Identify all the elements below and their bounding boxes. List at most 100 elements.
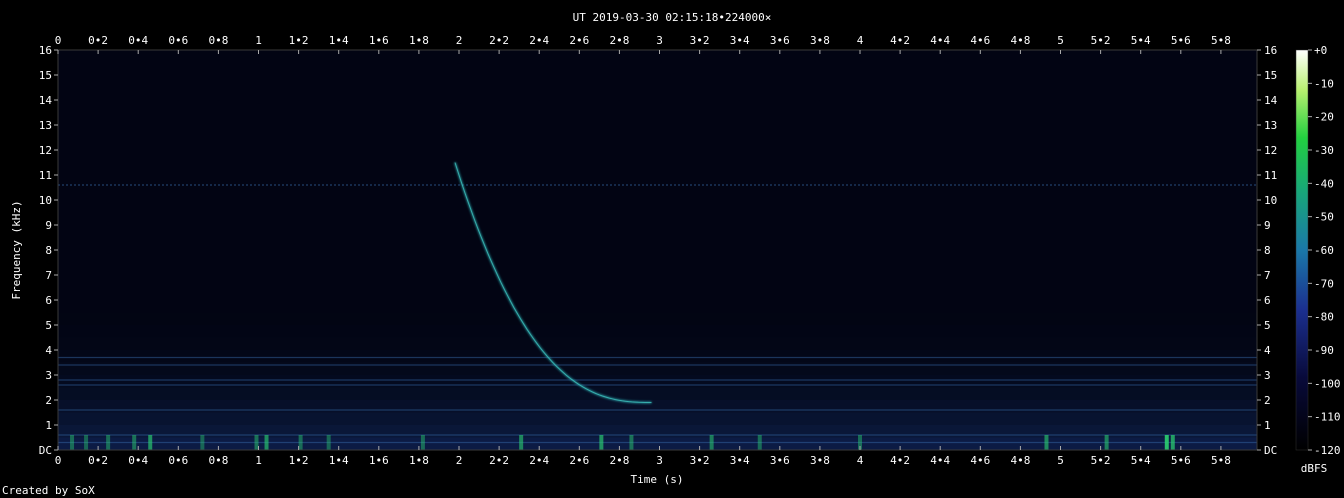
noise-band [58,250,1257,263]
x-tick-bottom-label: 4 [857,454,864,467]
x-tick-top-label: 3•6 [770,34,790,47]
y-tick-left-label: 8 [45,244,52,257]
x-tick-top-label: 1•6 [369,34,389,47]
noise-band [58,150,1257,163]
y-tick-left-label: 7 [45,269,52,282]
y-tick-right-label: 14 [1264,94,1278,107]
noise-band [58,425,1257,438]
noise-band [58,112,1257,125]
impulse-base [1104,435,1109,450]
x-tick-bottom-label: 0•4 [128,454,148,467]
y-tick-right-label: 16 [1264,44,1277,57]
impulse-base [519,435,524,450]
noise-band [58,125,1257,138]
x-tick-top-label: 0•2 [88,34,108,47]
noise-band [58,325,1257,338]
x-tick-top-label: 1•2 [289,34,309,47]
noise-band [58,212,1257,225]
noise-band [58,87,1257,100]
x-tick-bottom-label: 5•8 [1211,454,1231,467]
x-tick-top-label: 3•4 [730,34,750,47]
x-tick-top-label: 4•8 [1010,34,1030,47]
y-tick-left-label: 15 [39,69,52,82]
colorbar-label: dBFS [1301,462,1328,475]
colorbar-tick-label: -60 [1314,244,1334,257]
x-tick-bottom-label: 5•6 [1171,454,1191,467]
x-tick-bottom-label: 3•4 [730,454,750,467]
x-tick-top-label: 3•2 [690,34,710,47]
noise-band [58,187,1257,200]
x-tick-top-label: 0•4 [128,34,148,47]
x-tick-bottom-label: 0•8 [208,454,228,467]
noise-band [58,437,1257,450]
x-tick-bottom-label: 4•2 [890,454,910,467]
noise-band [58,62,1257,75]
impulse-base [709,435,714,450]
x-tick-top-label: 4•6 [970,34,990,47]
colorbar: +0 -10 -20 -30 -40 -50 -60 -70 -80 -90 -100 -110 -12… [1295,44,1341,475]
colorbar-tick-label: +0 [1314,44,1327,57]
y-tick-left-label: 10 [39,194,52,207]
impulse-base [106,435,111,450]
x-tick-bottom-label: 2•4 [529,454,549,467]
colorbar-tick-label: -120 [1314,444,1341,457]
credit-text: Created by SoX [2,484,95,497]
impulse-base [84,435,89,450]
impulse-base [420,435,425,450]
x-tick-top-label: 2•8 [609,34,629,47]
y-tick-left-label: 4 [45,344,52,357]
x-tick-bottom-label: 5 [1057,454,1064,467]
x-tick-bottom-label: 3 [656,454,663,467]
noise-band [58,375,1257,388]
x-tick-bottom-label: 0•6 [168,454,188,467]
y-tick-right-label: 1 [1264,419,1271,432]
impulse-base [70,435,75,450]
colorbar-tick-label: -90 [1314,344,1334,357]
y-tick-right-label: 7 [1264,269,1271,282]
impulse-base [1164,435,1169,450]
x-tick-bottom-label: 1•8 [409,454,429,467]
x-tick-bottom-label: 0•2 [88,454,108,467]
impulse-base [298,435,303,450]
x-tick-top-label: 5 [1057,34,1064,47]
x-tick-top-label: 5•6 [1171,34,1191,47]
y-tick-left-label: 3 [45,369,52,382]
x-tick-bottom-label: 4•8 [1010,454,1030,467]
impulse-base [264,435,269,450]
y-tick-left-label: 14 [39,94,53,107]
noise-band [58,337,1257,350]
noise-band [58,312,1257,325]
x-tick-bottom-label: 2 [456,454,463,467]
y-tick-right-label: 12 [1264,144,1277,157]
x-tick-bottom-label: 5•2 [1091,454,1111,467]
plot-area [57,49,1258,451]
x-tick-bottom-label: 5•4 [1131,454,1151,467]
colorbar-tick-label: -50 [1314,211,1334,224]
y-tick-right-label: 11 [1264,169,1277,182]
x-tick-top-label: 5•2 [1091,34,1111,47]
noise-band [58,162,1257,175]
x-tick-bottom-label: 4•4 [930,454,950,467]
x-tick-bottom-label: 3•2 [690,454,710,467]
y-tick-right-label: 13 [1264,119,1277,132]
y-tick-left-label: 6 [45,294,52,307]
y-tick-left-label: 12 [39,144,52,157]
y-tick-left-label: 9 [45,219,52,232]
x-axis-label: Time (s) [631,473,684,486]
x-tick-bottom-label: 3•8 [810,454,830,467]
y-tick-left-label: DC [39,444,52,457]
noise-band [58,287,1257,300]
y-tick-right-label: 5 [1264,319,1271,332]
impulse-base [1170,435,1175,450]
noise-band [58,350,1257,363]
y-tick-right-label: 15 [1264,69,1277,82]
x-tick-top-label: 2•4 [529,34,549,47]
impulse-base [254,435,259,450]
x-tick-bottom-label: 2•2 [489,454,509,467]
impulse-base [326,435,331,450]
y-tick-right-label: 4 [1264,344,1271,357]
y-tick-left-label: 1 [45,419,52,432]
noise-band [58,100,1257,113]
noise-band [58,300,1257,313]
y-tick-left-label: 2 [45,394,52,407]
